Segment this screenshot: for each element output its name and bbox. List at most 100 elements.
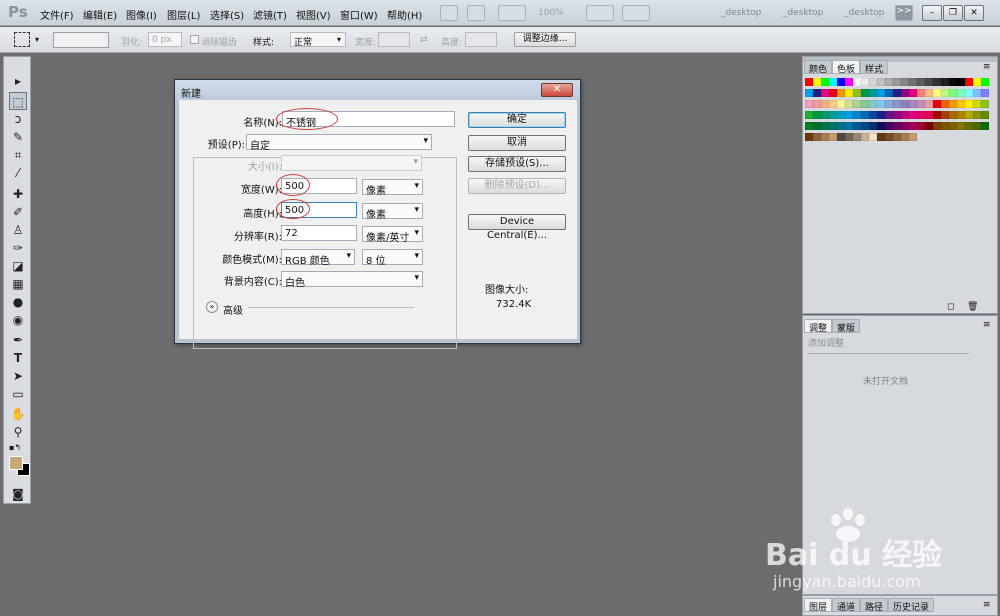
color-swatch[interactable]	[861, 122, 869, 130]
color-swatch[interactable]	[861, 89, 869, 97]
color-swatch[interactable]	[917, 111, 925, 119]
color-swatch[interactable]	[885, 111, 893, 119]
marquee-tool-preset-icon[interactable]	[14, 32, 30, 47]
delete-preset-button[interactable]: 删除预设(D)...	[468, 178, 566, 194]
close-icon[interactable]: ✕	[964, 5, 984, 21]
eraser-tool-icon[interactable]: ◪	[9, 257, 27, 275]
color-swatch[interactable]	[981, 78, 989, 86]
refine-edge-button[interactable]: 调整边缘...	[514, 32, 576, 47]
color-swatch[interactable]	[965, 78, 973, 86]
preset-select[interactable]: 自定	[246, 134, 432, 152]
color-swatch[interactable]	[821, 89, 829, 97]
color-swatch[interactable]	[909, 89, 917, 97]
cancel-button[interactable]: 取消	[468, 135, 566, 151]
color-swatch[interactable]	[917, 78, 925, 86]
color-swatch[interactable]	[917, 100, 925, 108]
tab-styles[interactable]: 样式	[860, 60, 889, 75]
color-swatch[interactable]	[845, 78, 853, 86]
color-swatch[interactable]	[877, 78, 885, 86]
color-swatch[interactable]	[949, 122, 957, 130]
color-swatch[interactable]	[853, 122, 861, 130]
color-swatch[interactable]	[981, 122, 989, 130]
color-swatch[interactable]	[957, 89, 965, 97]
guides-button[interactable]	[498, 5, 526, 21]
color-swatch[interactable]	[877, 100, 885, 108]
color-swatch[interactable]	[869, 89, 877, 97]
color-swatch[interactable]	[869, 78, 877, 86]
color-swatch[interactable]	[973, 100, 981, 108]
color-swatch[interactable]	[925, 122, 933, 130]
zoom-level[interactable]: 100%	[538, 8, 564, 18]
color-swatch[interactable]	[925, 89, 933, 97]
hand-tool-icon[interactable]: ✋	[9, 405, 27, 423]
device-central-button[interactable]: Device Central(E)...	[468, 214, 566, 241]
color-swatch[interactable]	[869, 111, 877, 119]
color-swatch[interactable]	[861, 133, 869, 141]
default-colors-icon[interactable]: ▪↰	[9, 443, 21, 452]
clone-stamp-icon[interactable]: ♙	[9, 221, 27, 239]
color-swatch[interactable]	[837, 122, 845, 130]
brush-tool-icon[interactable]: ✐	[9, 203, 27, 221]
color-swatch[interactable]	[829, 78, 837, 86]
color-swatch[interactable]	[973, 89, 981, 97]
color-swatch[interactable]	[885, 100, 893, 108]
pen-tool-icon[interactable]: ✒	[9, 331, 27, 349]
minimize-icon[interactable]: –	[922, 5, 942, 21]
quick-mask-icon[interactable]: ◙	[9, 485, 27, 503]
color-swatch[interactable]	[813, 100, 821, 108]
color-swatch[interactable]	[805, 78, 813, 86]
path-select-icon[interactable]: ➤	[9, 367, 27, 385]
more-workspaces-button[interactable]: >>	[895, 5, 913, 21]
color-swatch[interactable]	[805, 111, 813, 119]
color-swatch[interactable]	[813, 133, 821, 141]
color-swatch[interactable]	[957, 111, 965, 119]
eyedropper-tool-icon[interactable]: ⁄	[9, 164, 27, 182]
color-swatch[interactable]	[845, 100, 853, 108]
width-input[interactable]	[378, 32, 410, 47]
color-swatch[interactable]	[973, 122, 981, 130]
color-swatch[interactable]	[957, 78, 965, 86]
menu-window[interactable]: 窗口(W)	[340, 7, 378, 22]
color-swatch[interactable]	[813, 78, 821, 86]
color-swatch[interactable]	[845, 133, 853, 141]
color-swatch[interactable]	[949, 100, 957, 108]
panel-menu-icon[interactable]: ≡	[983, 62, 991, 72]
zoom-tool-icon[interactable]: ⚲	[9, 423, 27, 441]
color-swatch[interactable]	[893, 111, 901, 119]
color-swatch[interactable]	[829, 111, 837, 119]
color-swatch[interactable]	[861, 100, 869, 108]
color-swatch[interactable]	[925, 100, 933, 108]
color-swatch[interactable]	[869, 122, 877, 130]
color-swatch[interactable]	[853, 100, 861, 108]
color-swatch[interactable]	[981, 100, 989, 108]
history-brush-icon[interactable]: ✑	[9, 239, 27, 257]
tab-masks[interactable]: 蒙版	[832, 319, 861, 334]
menu-help[interactable]: 帮助(H)	[387, 7, 422, 22]
color-swatch[interactable]	[821, 100, 829, 108]
color-swatch[interactable]	[957, 122, 965, 130]
blur-tool-icon[interactable]: ●	[9, 293, 27, 311]
color-swatch[interactable]	[893, 133, 901, 141]
workspace-tab[interactable]: _desktop	[721, 8, 761, 18]
color-swatch[interactable]	[933, 78, 941, 86]
arrange-docs-button[interactable]	[586, 5, 614, 21]
new-swatch-icon[interactable]: ◻	[947, 302, 954, 312]
color-swatch[interactable]	[933, 111, 941, 119]
color-swatch[interactable]	[837, 133, 845, 141]
color-swatch[interactable]	[949, 89, 957, 97]
color-swatch[interactable]	[909, 111, 917, 119]
color-swatch[interactable]	[901, 78, 909, 86]
tab-adjustments[interactable]: 调整	[804, 319, 833, 334]
color-swatch[interactable]	[941, 122, 949, 130]
color-swatch[interactable]	[885, 133, 893, 141]
color-swatch[interactable]	[893, 100, 901, 108]
screen-mode-button[interactable]	[622, 5, 650, 21]
save-preset-button[interactable]: 存储预设(S)...	[468, 156, 566, 172]
color-swatch[interactable]	[949, 78, 957, 86]
background-select[interactable]: 白色	[281, 271, 423, 289]
type-tool-icon[interactable]: T	[9, 349, 27, 367]
color-swatch[interactable]	[845, 89, 853, 97]
foreground-color-swatch[interactable]	[9, 456, 23, 470]
menu-file[interactable]: 文件(F)	[40, 7, 74, 22]
color-swatch[interactable]	[941, 100, 949, 108]
